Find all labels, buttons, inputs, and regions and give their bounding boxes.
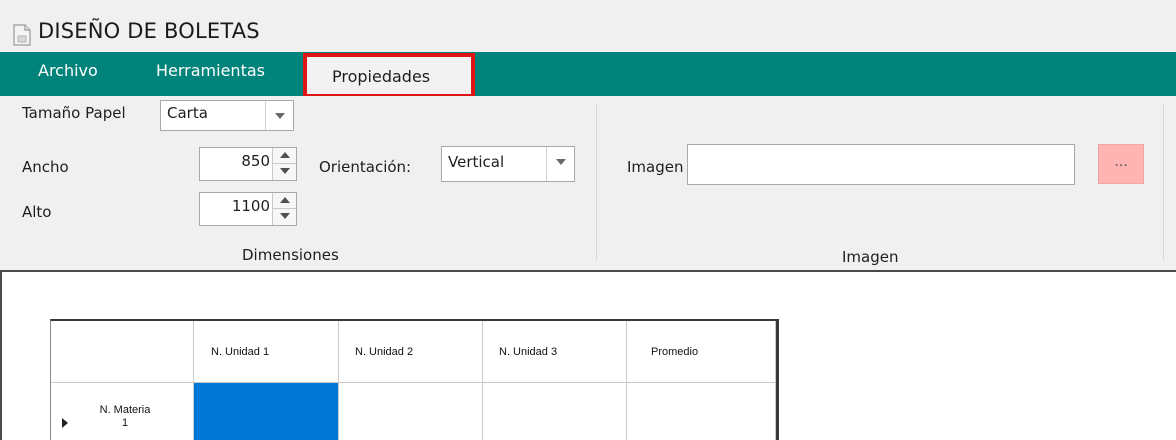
imagen-group-label: Imagen: [842, 248, 899, 266]
menu-archivo[interactable]: Archivo: [38, 61, 98, 80]
chevron-down-icon[interactable]: [546, 147, 574, 181]
document-icon: [13, 24, 31, 46]
width-spinner[interactable]: 850: [199, 147, 297, 181]
paper-size-label: Tamaño Papel: [22, 104, 126, 122]
column-header-label: N. Unidad 2: [355, 346, 414, 358]
width-value: 850: [241, 152, 270, 170]
menu-propiedades[interactable]: Propiedades: [303, 53, 475, 98]
column-header-label: N. Unidad 3: [499, 346, 558, 358]
spin-up-icon[interactable]: [273, 148, 296, 164]
dimensiones-group-label: Dimensiones: [242, 246, 339, 264]
width-label: Ancho: [22, 158, 69, 176]
row-header-label: N. Materia 1: [99, 404, 151, 429]
window-title: DISEÑO DE BOLETAS: [38, 19, 260, 43]
group-separator: [1163, 104, 1164, 260]
paper-size-value: Carta: [167, 104, 208, 122]
grid-cell[interactable]: [339, 383, 483, 440]
column-header[interactable]: [627, 321, 776, 383]
grid-cell[interactable]: [627, 383, 776, 440]
row-indicator-icon: [62, 418, 68, 428]
column-header-label: Promedio: [651, 346, 699, 358]
orientation-value: Vertical: [448, 153, 505, 171]
grid-cell[interactable]: [483, 383, 627, 440]
grid-corner-cell: [51, 321, 194, 383]
browse-image-button[interactable]: ...: [1098, 144, 1144, 184]
orientation-combo[interactable]: Vertical: [441, 146, 575, 182]
group-separator: [596, 104, 597, 260]
menu-propiedades-label: Propiedades: [332, 67, 431, 86]
height-label: Alto: [22, 203, 52, 221]
title-bar: DISEÑO DE BOLETAS: [0, 0, 1176, 52]
chevron-down-icon[interactable]: [265, 101, 293, 130]
paper-size-combo[interactable]: Carta: [160, 100, 294, 131]
height-spinner[interactable]: 1100: [199, 192, 297, 226]
height-value: 1100: [231, 197, 270, 215]
spin-down-icon[interactable]: [273, 164, 296, 180]
menu-herramientas[interactable]: Herramientas: [156, 61, 265, 80]
orientation-label: Orientación:: [319, 158, 412, 176]
image-label: Imagen: [627, 158, 684, 176]
spin-up-icon[interactable]: [273, 193, 296, 209]
spin-down-icon[interactable]: [273, 209, 296, 225]
column-header-label: N. Unidad 1: [211, 346, 270, 358]
image-path-input[interactable]: [687, 144, 1075, 185]
grid-cell-selected[interactable]: [194, 383, 339, 440]
